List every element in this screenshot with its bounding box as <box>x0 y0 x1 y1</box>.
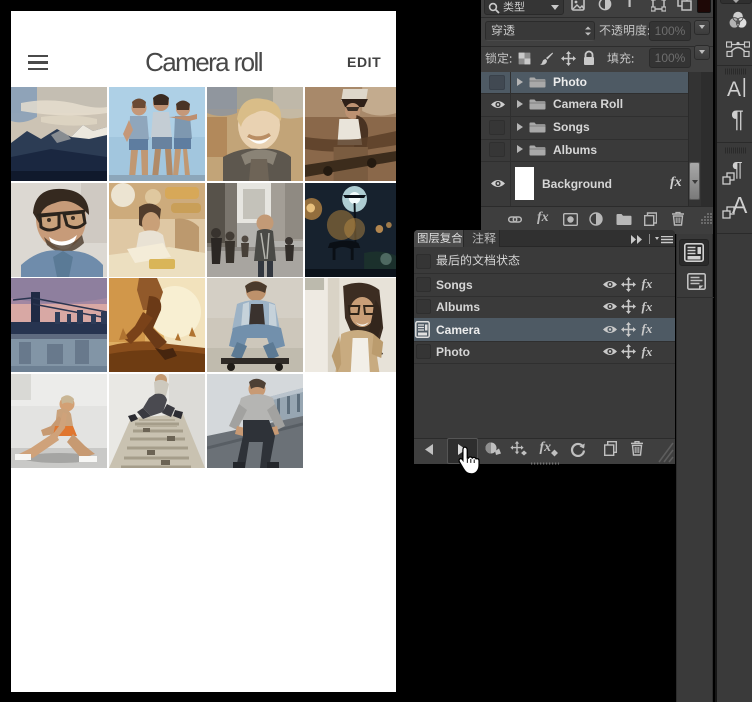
svg-text:A: A <box>727 78 741 99</box>
svg-text:¶: ¶ <box>731 106 744 132</box>
